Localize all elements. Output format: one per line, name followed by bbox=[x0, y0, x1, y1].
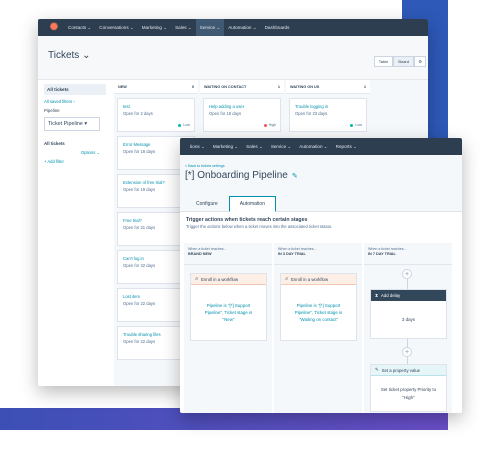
stage-columns: When a ticket reaches... BRAND NEW ⛙ Enro… bbox=[184, 243, 462, 413]
screenshot-stage: ✺ Contacts ⌄ Conversations ⌄ Marketing ⌄… bbox=[0, 0, 486, 449]
workflow-icon: ⛙ bbox=[285, 275, 289, 281]
stage-name: IN 3 DAY TRIAL bbox=[278, 252, 306, 256]
pipeline-tabs: Configure Automation bbox=[185, 196, 276, 212]
ticket-card[interactable]: Trouble logging in Open for 23 days Low bbox=[289, 98, 367, 132]
top-navigation: ✺ Contacts ⌄ Conversations ⌄ Marketing ⌄… bbox=[38, 19, 428, 36]
priority-dot-icon bbox=[178, 123, 182, 127]
all-saved-filters-link[interactable]: All saved filters › bbox=[44, 99, 106, 104]
delay-duration: 3 days bbox=[402, 316, 415, 322]
board-view-button[interactable]: Board bbox=[393, 56, 414, 67]
action-description[interactable]: Pipeline is "[*] Support Pipeline", Tick… bbox=[191, 285, 266, 340]
view-toggle: Table Board bbox=[373, 56, 414, 67]
nav-marketing[interactable]: Marketing ⌄ bbox=[138, 19, 171, 36]
action-header: ✎ Set a property value bbox=[371, 365, 446, 376]
nav-service[interactable]: Service ⌄ bbox=[195, 19, 225, 36]
set-property-action[interactable]: ✎ Set a property value Set ticket propert… bbox=[370, 364, 447, 412]
stage-column-brand-new: When a ticket reaches... BRAND NEW ⛙ Enro… bbox=[184, 243, 272, 413]
priority-badge: High bbox=[263, 123, 276, 127]
stage-column-in-7-day-trial: When a ticket reaches... IN 7 DAY TRIAL … bbox=[364, 243, 452, 413]
nav-sales[interactable]: Sales ⌄ bbox=[242, 138, 267, 155]
nav-reports[interactable]: Reports ⌄ bbox=[332, 138, 361, 155]
table-view-button[interactable]: Table bbox=[373, 56, 394, 67]
pipeline-select[interactable]: Ticket Pipeline ▾ bbox=[44, 117, 100, 131]
all-tickets-filter[interactable]: All tickets bbox=[44, 84, 106, 95]
enroll-workflow-action[interactable]: ⛙ Enroll in a workflow Pipeline is "[*] S… bbox=[190, 273, 267, 341]
trigger-description: Trigger the actions below when a ticket … bbox=[186, 224, 333, 229]
action-header: ⛙ Enroll in a workflow bbox=[281, 274, 356, 285]
nav-contacts[interactable]: Contacts ⌄ bbox=[64, 19, 95, 36]
column-header: WAITING ON US 1 bbox=[286, 80, 370, 94]
priority-dot-icon bbox=[263, 123, 267, 127]
nav-conversations[interactable]: tions ⌄ bbox=[186, 138, 209, 155]
add-action-plus-icon[interactable]: + bbox=[402, 269, 412, 279]
settings-icon[interactable]: ⚙ bbox=[414, 56, 426, 67]
action-header: ⧗ Add delay bbox=[371, 290, 446, 301]
nav-conversations[interactable]: Conversations ⌄ bbox=[95, 19, 138, 36]
ticket-age: Open for 18 days bbox=[209, 111, 242, 116]
stage-header: When a ticket reaches... IN 3 DAY TRIAL bbox=[274, 243, 362, 265]
page-title[interactable]: Tickets ⌄ bbox=[48, 50, 90, 61]
pipeline-header: < Back to tickets settings [*] Onboardin… bbox=[180, 155, 462, 212]
edit-pencil-icon[interactable]: ✎ bbox=[292, 172, 298, 180]
top-navigation: tions ⌄ Marketing ⌄ Sales ⌄ Service ⌄ Au… bbox=[180, 138, 462, 155]
enroll-workflow-action[interactable]: ⛙ Enroll in a workflow Pipeline is "[*] S… bbox=[280, 273, 357, 341]
edit-property-icon: ✎ bbox=[375, 367, 379, 372]
property-description: Set ticket property Priority to "High" bbox=[380, 387, 437, 400]
priority-badge: Low bbox=[350, 123, 362, 127]
options-link[interactable]: Options ⌄ bbox=[44, 150, 106, 155]
action-description[interactable]: Pipeline is "[*] Support Pipeline", Tick… bbox=[281, 285, 356, 340]
add-delay-action[interactable]: ⧗ Add delay 3 days bbox=[370, 289, 447, 339]
nav-marketing[interactable]: Marketing ⌄ bbox=[209, 138, 242, 155]
stage-name: IN 7 DAY TRIAL bbox=[368, 252, 396, 256]
hubspot-logo-icon[interactable]: ✺ bbox=[44, 22, 64, 33]
connector-line bbox=[407, 357, 408, 364]
column-header: WAITING ON CONTACT 1 bbox=[200, 80, 284, 94]
tickets-header: Tickets ⌄ Table Board ⚙ bbox=[38, 36, 428, 80]
priority-dot-icon bbox=[350, 123, 354, 127]
all-tickets-section: All tickets bbox=[44, 141, 65, 146]
hourglass-icon: ⧗ bbox=[375, 293, 379, 298]
ticket-age: Open for 2 days bbox=[123, 111, 153, 116]
back-link[interactable]: < Back to tickets settings bbox=[185, 164, 225, 168]
stage-header: When a ticket reaches... IN 7 DAY TRIAL bbox=[364, 243, 452, 265]
ticket-card[interactable]: Help adding a user Open for 18 days High bbox=[203, 98, 281, 132]
action-header: ⛙ Enroll in a workflow bbox=[191, 274, 266, 285]
filter-sidebar: All tickets All saved filters › Pipeline… bbox=[38, 80, 110, 386]
nav-dashboards[interactable]: Dashboards bbox=[261, 19, 294, 36]
nav-automation[interactable]: Automation ⌄ bbox=[224, 19, 260, 36]
stage-header: When a ticket reaches... BRAND NEW bbox=[184, 243, 272, 265]
ticket-age: Open for 23 days bbox=[295, 111, 328, 116]
stage-name: BRAND NEW bbox=[188, 252, 212, 256]
column-header: NEW 0 bbox=[114, 80, 198, 94]
stage-caption: When a ticket reaches... bbox=[278, 247, 317, 251]
nav-automation[interactable]: Automation ⌄ bbox=[295, 138, 331, 155]
nav-service[interactable]: Service ⌄ bbox=[267, 138, 295, 155]
ticket-card[interactable]: test Open for 2 days Low bbox=[117, 98, 195, 132]
pipeline-settings-window: tions ⌄ Marketing ⌄ Sales ⌄ Service ⌄ Au… bbox=[180, 138, 462, 413]
priority-badge: Low bbox=[178, 123, 190, 127]
add-action-plus-icon[interactable]: + bbox=[402, 347, 412, 357]
trigger-heading: Trigger actions when tickets reach certa… bbox=[186, 217, 308, 223]
ticket-title[interactable]: test bbox=[123, 104, 189, 109]
connector-line bbox=[407, 279, 408, 289]
nav-sales[interactable]: Sales ⌄ bbox=[171, 19, 196, 36]
page-title: [*] Onboarding Pipeline ✎ bbox=[185, 170, 298, 181]
workflow-icon: ⛙ bbox=[195, 275, 199, 281]
stage-caption: When a ticket reaches... bbox=[188, 247, 227, 251]
stage-caption: When a ticket reaches... bbox=[368, 247, 407, 251]
pipeline-label: Pipeline bbox=[44, 108, 60, 113]
ticket-title[interactable]: Help adding a user bbox=[209, 104, 275, 109]
ticket-title[interactable]: Trouble logging in bbox=[295, 104, 361, 109]
tab-automation[interactable]: Automation bbox=[228, 196, 276, 212]
stage-column-in-3-day-trial: When a ticket reaches... IN 3 DAY TRIAL … bbox=[274, 243, 362, 413]
add-filter-link[interactable]: + Add filter bbox=[44, 159, 106, 164]
tab-configure[interactable]: Configure bbox=[185, 196, 229, 212]
